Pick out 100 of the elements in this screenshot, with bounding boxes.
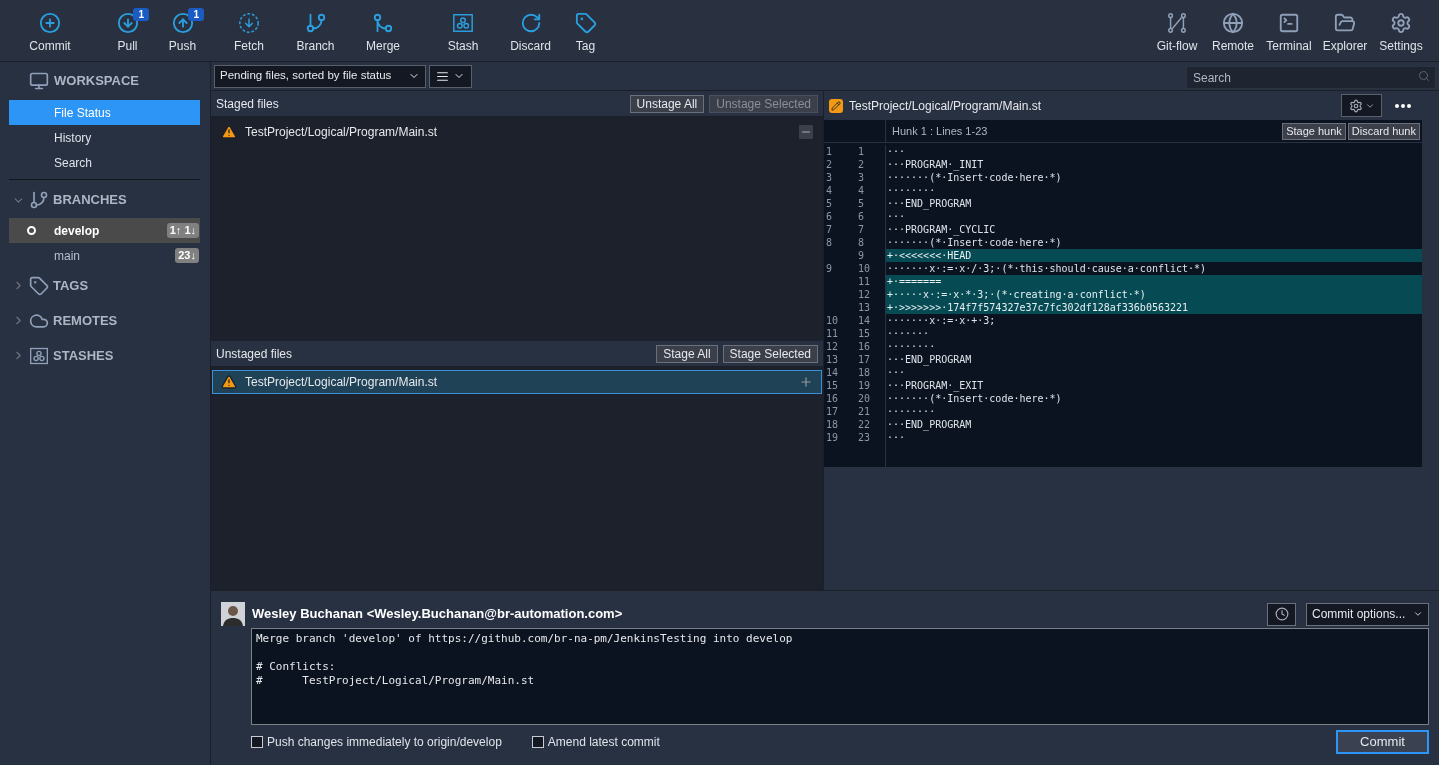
ahead-behind-count: 23↓ xyxy=(175,248,199,263)
hunk-button[interactable]: Discard hunk xyxy=(1347,122,1420,140)
search-icon xyxy=(1418,69,1430,82)
clock-icon xyxy=(1274,607,1289,621)
line-number: 17 xyxy=(854,353,886,366)
line-number: 23 xyxy=(854,431,886,444)
current-branch-icon xyxy=(27,226,36,235)
commit-message-field[interactable]: Merge branch 'develop' of https://github.com/br-na-pm/JenkinsTesting into develop # Conflicts: # TestProject/Logical/Program/Main.st xyxy=(251,628,1429,725)
line-number: 18 xyxy=(854,366,886,379)
commit-options-dropdown[interactable]: Commit options... xyxy=(1306,602,1429,626)
line-number: 3 xyxy=(854,171,886,184)
line-number: 8 xyxy=(854,236,886,249)
line-number: 7 xyxy=(825,223,834,236)
panel-button[interactable]: Stage Selected xyxy=(722,344,818,363)
refresh-icon xyxy=(519,12,542,34)
line-number: 17 xyxy=(825,405,840,418)
view-dropdown[interactable] xyxy=(429,64,472,88)
line-number: 4 xyxy=(854,184,886,197)
globe-icon xyxy=(1222,12,1244,34)
code-line: ···END_PROGRAM xyxy=(886,197,973,210)
code-line: ·······(*·Insert·code·here·*) xyxy=(886,392,1063,405)
filter-dropdown[interactable]: Pending files, sorted by file status xyxy=(214,64,426,88)
edit-icon xyxy=(829,98,843,113)
code-line: ·······(*·Insert·code·here·*) xyxy=(886,236,1063,249)
toolbar-button[interactable]: Tag xyxy=(558,0,613,62)
settings-dropdown[interactable] xyxy=(1341,94,1382,117)
fetch-icon xyxy=(238,12,260,34)
panel-title: Staged files xyxy=(216,95,279,113)
branch-item[interactable]: develop 1↑ 1↓ xyxy=(9,218,200,243)
section-title: STASHES xyxy=(53,346,114,365)
code-line: ··· xyxy=(886,366,907,379)
panel-button[interactable]: Stage All xyxy=(656,344,718,363)
code-line: ··· xyxy=(886,431,907,444)
hunk-header: Hunk 1 : Lines 1-23 xyxy=(891,123,989,139)
toolbar-button[interactable]: Explorer xyxy=(1317,0,1373,62)
code-line: ········ xyxy=(886,340,937,353)
author-name: Wesley Buchanan <Wesley.Buchanan@br-automation.com> xyxy=(252,605,624,624)
branch-item[interactable]: main 23↓ xyxy=(9,243,200,268)
section-title: REMOTES xyxy=(53,311,118,330)
code-line: ···END_PROGRAM xyxy=(886,353,973,366)
code-line: ··· xyxy=(886,145,907,158)
panel-button[interactable]: Unstage All xyxy=(629,94,705,113)
file-row[interactable]: TestProject/Logical/Program/Main.st xyxy=(212,120,822,144)
sidebar-item[interactable]: History xyxy=(9,125,200,150)
hunk-button[interactable]: Stage hunk xyxy=(1282,122,1346,140)
history-button[interactable] xyxy=(1267,602,1296,626)
code-line: ·······(*·Insert·code·here·*) xyxy=(886,171,1063,184)
chevron-down-icon xyxy=(1413,609,1423,619)
checkbox[interactable] xyxy=(251,736,263,748)
line-number: 13 xyxy=(825,353,840,366)
commit-button[interactable]: Commit xyxy=(1336,730,1429,754)
toolbar-button[interactable]: Git-flow xyxy=(1149,0,1205,62)
line-number: 2 xyxy=(854,158,886,171)
line-number: 1 xyxy=(854,145,886,158)
line-number: 6 xyxy=(854,210,886,223)
toolbar-button[interactable]: 1 Push xyxy=(155,0,210,62)
toolbar-button[interactable]: Settings xyxy=(1373,0,1429,62)
toolbar-button[interactable]: Commit xyxy=(0,0,100,62)
line-number: 21 xyxy=(854,405,886,418)
merge-icon xyxy=(372,12,394,34)
file-path: TestProject/Logical/Program/Main.st xyxy=(245,374,439,391)
sidebar-item[interactable]: Search xyxy=(9,150,200,175)
code-line: ······· xyxy=(886,327,931,340)
line-number: 3 xyxy=(825,171,834,184)
toolbar-button[interactable]: Merge xyxy=(343,0,423,62)
file-row[interactable]: TestProject/Logical/Program/Main.st xyxy=(212,370,822,394)
section-title: BRANCHES xyxy=(53,191,127,210)
toolbar-button[interactable]: Discard xyxy=(503,0,558,62)
line-number: 15 xyxy=(854,327,886,340)
toolbar-button[interactable]: Branch xyxy=(288,0,343,62)
folder-icon xyxy=(1334,12,1356,34)
warning-icon xyxy=(221,124,237,140)
toolbar-button[interactable]: Remote xyxy=(1205,0,1261,62)
download-icon xyxy=(116,12,139,34)
stash-icon xyxy=(29,345,49,366)
monitor-icon xyxy=(29,71,49,91)
line-number: 4 xyxy=(825,184,834,197)
line-number: 6 xyxy=(825,210,834,223)
code-line: ···PROGRAM·_INIT xyxy=(886,158,985,171)
line-number: 10 xyxy=(825,314,840,327)
search-field[interactable]: Search xyxy=(1186,66,1436,89)
stash-icon xyxy=(452,12,474,34)
tag-icon xyxy=(29,275,49,296)
code-line: ·······x·:=·x·+·3; xyxy=(886,314,997,327)
ahead-behind-count: 1↑ 1↓ xyxy=(166,223,199,238)
branch-name: main xyxy=(54,247,81,265)
toolbar-button[interactable]: 1 Pull xyxy=(100,0,155,62)
settings-icon xyxy=(1390,12,1412,34)
line-number: 8 xyxy=(825,236,834,249)
checkbox[interactable] xyxy=(531,736,544,748)
toolbar-button[interactable]: Terminal xyxy=(1261,0,1317,62)
toolbar-button[interactable]: Stash xyxy=(423,0,503,62)
line-number: 5 xyxy=(825,197,834,210)
line-number: 11 xyxy=(825,327,840,340)
line-number: 19 xyxy=(825,431,840,444)
line-number: 14 xyxy=(854,314,886,327)
list-icon xyxy=(436,69,449,83)
line-number: 9 xyxy=(825,262,834,275)
toolbar-button[interactable]: Fetch xyxy=(210,0,288,62)
warning-icon xyxy=(221,374,237,390)
